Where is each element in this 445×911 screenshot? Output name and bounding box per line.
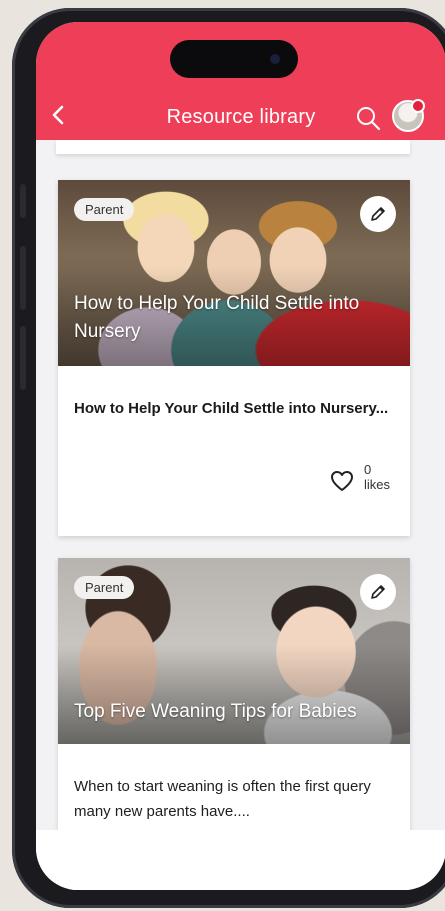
resource-list[interactable]: Parent How to Help Your Child Settle int…: [36, 140, 445, 890]
page-title: Resource library: [166, 106, 316, 128]
app-header: Resource library: [36, 22, 445, 140]
pencil-icon: [371, 207, 385, 221]
phone-volume-down: [20, 326, 26, 390]
likes-group: 0 likes: [330, 462, 390, 492]
likes-label: likes: [363, 477, 390, 492]
edit-button[interactable]: [360, 196, 396, 232]
edit-button[interactable]: [360, 574, 396, 610]
card-image: Parent Top Five Weaning Tips for Babies: [58, 558, 410, 744]
search-button[interactable]: [354, 104, 382, 132]
likes-count: 0: [363, 462, 372, 477]
app-screen: Resource library Parent How to Help Your…: [36, 22, 445, 890]
pencil-icon: [371, 585, 385, 599]
resource-card[interactable]: Parent How to Help Your Child Settle int…: [58, 180, 410, 536]
audience-badge: Parent: [74, 198, 135, 221]
notification-dot: [411, 99, 425, 113]
card-image-title: Top Five Weaning Tips for Babies: [74, 701, 357, 722]
avatar[interactable]: [392, 99, 425, 132]
card-image-title: How to Help Your Child Settle into Nurse…: [74, 293, 360, 342]
phone-side-button: [20, 184, 26, 218]
card-summary: When to start weaning is often the first…: [74, 778, 371, 820]
dynamic-island: [170, 40, 298, 78]
previous-card-edge: [56, 140, 410, 154]
heart-icon[interactable]: [330, 470, 354, 492]
likes-counter: 0 likes: [364, 462, 390, 492]
card-image: Parent How to Help Your Child Settle int…: [58, 180, 410, 366]
search-icon: [357, 107, 381, 131]
bottom-bar: [36, 830, 445, 890]
card-summary: How to Help Your Child Settle into Nurse…: [74, 400, 389, 417]
audience-badge: Parent: [74, 576, 135, 599]
phone-volume-up: [20, 246, 26, 310]
